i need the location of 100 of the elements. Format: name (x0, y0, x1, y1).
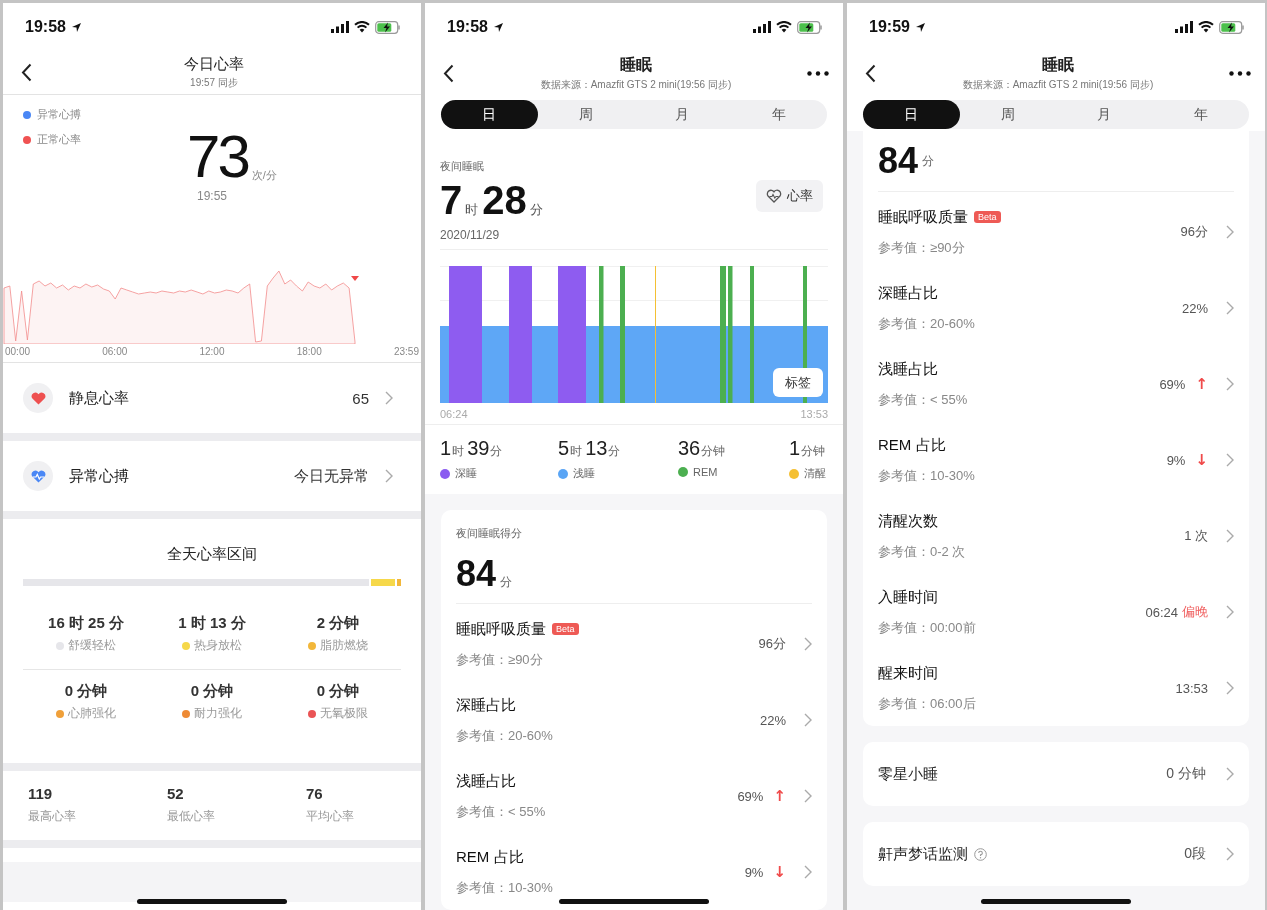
axis-label: 00:00 (5, 346, 31, 359)
score-unit: 分 (922, 152, 935, 170)
period-tab[interactable]: 周 (959, 100, 1056, 129)
tag-button[interactable]: 标签 (773, 368, 823, 397)
period-tab[interactable]: 月 (634, 100, 731, 129)
metric-value: 22% (1181, 300, 1208, 316)
beta-badge: Beta (552, 623, 579, 635)
duration-number: 7 (440, 180, 463, 220)
summary-card[interactable]: 鼾声梦话监测 0段 (863, 822, 1249, 886)
stage-duration-unit: 分 (608, 443, 621, 460)
unit-label: 次/分 (251, 168, 277, 183)
chevron-right-icon (1226, 767, 1234, 781)
axis-label: 23:59 (393, 346, 419, 359)
stage-duration-unit: 分钟 (801, 443, 825, 460)
signal-icon (331, 21, 349, 33)
page-subtitle: 19:57 同步 (190, 76, 238, 90)
battery-charging-icon (375, 20, 401, 34)
measure-time: 19:55 (197, 189, 227, 203)
heart-pulse-icon (766, 189, 782, 203)
location-arrow-icon (914, 21, 926, 33)
status-time: 19:59 (869, 18, 910, 36)
period-tab[interactable]: 年 (1152, 100, 1249, 129)
page-title: 睡眠 (1042, 54, 1074, 75)
zone-duration: 0 分钟 (190, 682, 234, 701)
metric-value: 69% (1159, 376, 1186, 392)
metric-title: 浅睡占比 (456, 771, 516, 791)
battery-charging-icon (1219, 20, 1245, 34)
card-value: 0段 (1184, 845, 1206, 863)
period-tab[interactable]: 周 (537, 100, 634, 129)
metric-title: 睡眠呼吸质量 (456, 619, 546, 639)
reference-value: 参考值：≥90分 (456, 650, 544, 669)
chevron-right-icon (1226, 529, 1234, 543)
battery-charging-icon (797, 20, 823, 34)
wifi-icon (1198, 21, 1214, 33)
duration-unit: 分 (529, 201, 543, 219)
heart-rate-value: 73 (187, 129, 248, 185)
reference-value: 参考值：06:00后 (878, 694, 977, 713)
chart-start-time: 06:24 (440, 407, 468, 420)
card-label: 零星小睡 (878, 764, 938, 784)
stage-label: REM (693, 466, 718, 478)
chevron-right-icon (804, 637, 812, 651)
metric-value: 06:24 (1145, 604, 1178, 620)
metric-value: 9% (744, 864, 764, 880)
back-icon[interactable] (21, 63, 32, 82)
row-value: 今日无异常 (294, 466, 369, 486)
status-time: 19:58 (447, 18, 488, 36)
stage-duration-number: 5 (558, 437, 570, 460)
zone-label: 无氧极限 (320, 705, 368, 722)
more-icon[interactable] (1229, 70, 1251, 76)
signal-icon (753, 21, 771, 33)
period-tab[interactable]: 月 (1056, 100, 1153, 129)
stat-label: 最高心率 (28, 808, 77, 825)
reference-value: 参考值：20-60% (878, 314, 976, 333)
card-value: 0 分钟 (1166, 765, 1206, 783)
metric-title: 睡眠呼吸质量 (878, 207, 968, 227)
sleep-score: 84 (878, 140, 919, 182)
period-tab[interactable]: 日 (441, 100, 538, 129)
reference-value: 参考值：10-30% (878, 466, 976, 485)
reference-value: 参考值：0-2 次 (878, 542, 967, 561)
stage-duration-number: 13 (585, 437, 608, 460)
zone-duration: 1 时 13 分 (178, 614, 246, 633)
back-icon[interactable] (443, 63, 454, 83)
score-unit: 分 (500, 574, 513, 591)
chevron-right-icon (385, 469, 393, 483)
metric-value: 1 次 (1184, 527, 1208, 545)
stage-label: 浅睡 (573, 466, 595, 481)
metric-value: 69% (737, 788, 764, 804)
period-tab[interactable]: 日 (863, 100, 960, 129)
location-arrow-icon (492, 21, 504, 33)
stage-duration-unit: 分钟 (701, 443, 726, 460)
card-label: 鼾声梦话监测 (878, 844, 968, 864)
summary-card[interactable]: 零星小睡 0 分钟 (863, 742, 1249, 806)
sleep-date: 2020/11/29 (440, 228, 501, 244)
heart-pulse-icon (23, 461, 53, 491)
back-icon[interactable] (865, 63, 876, 83)
axis-label: 12:00 (199, 346, 225, 359)
stage-duration-number: 39 (467, 437, 490, 460)
reference-value: 参考值：20-60% (456, 726, 554, 745)
heart-rate-button[interactable]: 心率 (756, 180, 823, 212)
metric-title: 深睡占比 (456, 695, 516, 715)
zone-duration: 16 时 25 分 (48, 614, 124, 633)
stat-label: 最低心率 (167, 808, 216, 825)
metric-value: 96分 (758, 635, 786, 653)
legend-label: 异常心搏 (37, 107, 81, 122)
score-label: 夜间睡眠得分 (456, 526, 523, 541)
zone-duration: 0 分钟 (316, 682, 360, 701)
chevron-right-icon (804, 865, 812, 879)
metric-value: 96分 (1180, 223, 1208, 241)
chart-end-time: 13:53 (800, 407, 828, 420)
row-value: 65 (352, 389, 369, 407)
chevron-right-icon (804, 713, 812, 727)
stage-duration-unit: 分 (490, 443, 503, 460)
trend-arrow: ↓ (773, 863, 786, 881)
section-label: 夜间睡眠 (440, 159, 485, 174)
stage-duration-unit: 时 (452, 443, 465, 460)
chevron-right-icon (1226, 377, 1234, 391)
metric-title: 醒来时间 (878, 663, 938, 683)
period-tab[interactable]: 年 (730, 100, 827, 129)
metric-title: REM 占比 (878, 435, 946, 455)
more-icon[interactable] (807, 70, 829, 76)
